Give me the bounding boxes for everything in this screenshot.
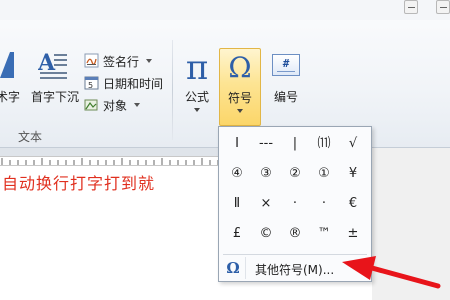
symbol-cell[interactable]: ① [310, 161, 338, 187]
symbol-cell[interactable]: ⑾ [310, 131, 338, 157]
symbol-cell[interactable]: £ [223, 221, 251, 247]
date-time-button[interactable]: 5 日期和时间 [84, 73, 174, 93]
chevron-down-icon [194, 108, 200, 112]
wordart-label: 术字 [0, 90, 21, 104]
signature-line-label: 签名行 [103, 55, 140, 69]
symbol-button[interactable]: Ω 符号 [219, 48, 261, 126]
horizontal-ruler[interactable] [0, 156, 220, 166]
date-time-label: 日期和时间 [103, 77, 164, 91]
signature-line-icon [84, 53, 99, 68]
symbol-cell[interactable]: ® [281, 221, 309, 247]
chevron-down-icon [146, 59, 152, 63]
symbol-cell[interactable]: ± [339, 221, 367, 247]
symbol-grid: Ⅰ --- | ⑾ √ ④ ③ ② ① ¥ Ⅱ × · · € £ © ® ™ ± [223, 131, 369, 251]
symbol-label: 符号 [227, 91, 252, 105]
symbol-cell[interactable]: √ [339, 131, 367, 157]
wordart-icon [0, 52, 14, 78]
object-button[interactable]: 对象 [84, 95, 164, 115]
symbol-cell[interactable]: Ⅰ [223, 131, 251, 157]
restore-icon[interactable] [436, 0, 450, 14]
wordart-button[interactable]: 术字 [0, 48, 24, 118]
symbol-cell[interactable]: · [281, 191, 309, 217]
symbol-cell[interactable]: ③ [252, 161, 280, 187]
symbol-cell[interactable]: --- [252, 131, 280, 157]
omega-icon: Ω [228, 51, 252, 84]
pi-icon: π [185, 48, 209, 88]
symbol-cell[interactable]: © [252, 221, 280, 247]
omega-icon: Ω [226, 259, 240, 277]
object-icon [84, 99, 98, 111]
symbol-cell[interactable]: ™ [310, 221, 338, 247]
svg-text:5: 5 [88, 81, 93, 90]
minimize-icon[interactable] [404, 0, 418, 14]
date-time-icon: 5 [84, 76, 99, 90]
chevron-down-icon [237, 109, 243, 113]
symbol-cell[interactable]: ¥ [339, 161, 367, 187]
chevron-down-icon [134, 103, 140, 107]
text-group-label: 文本 [18, 130, 43, 144]
more-symbols-label: 其他符号(M)... [255, 263, 335, 277]
symbol-cell[interactable]: € [339, 191, 367, 217]
symbol-cell[interactable]: · [310, 191, 338, 217]
symbol-cell[interactable]: ④ [223, 161, 251, 187]
document-margin [372, 148, 450, 300]
numbering-button[interactable]: # 编号 [262, 48, 310, 118]
object-label: 对象 [103, 99, 128, 113]
dropcap-label: 首字下沉 [30, 90, 79, 104]
group-divider [172, 40, 173, 140]
numbering-icon: # [272, 54, 300, 76]
symbol-cell[interactable]: | [281, 131, 309, 157]
symbol-menu: Ⅰ --- | ⑾ √ ④ ③ ② ① ¥ Ⅱ × · · € £ © ® ™ ± Ω 其他符号(M)... [218, 126, 372, 282]
symbol-cell[interactable]: ② [281, 161, 309, 187]
symbol-cell[interactable]: × [252, 191, 280, 217]
dropcap-icon: A [38, 50, 67, 79]
equation-button[interactable]: π 公式 [178, 48, 216, 128]
dropcap-button[interactable]: A 首字下沉 [30, 48, 80, 118]
symbol-cell[interactable]: Ⅱ [223, 191, 251, 217]
signature-line-button[interactable]: 签名行 [84, 51, 164, 71]
document-text[interactable]: 自动换行打字打到就 [2, 170, 155, 194]
equation-label: 公式 [184, 90, 209, 104]
title-strip [0, 0, 450, 20]
more-symbols-item[interactable]: Ω 其他符号(M)... [221, 257, 369, 279]
menu-divider [223, 254, 367, 255]
numbering-label: 编号 [273, 90, 298, 104]
